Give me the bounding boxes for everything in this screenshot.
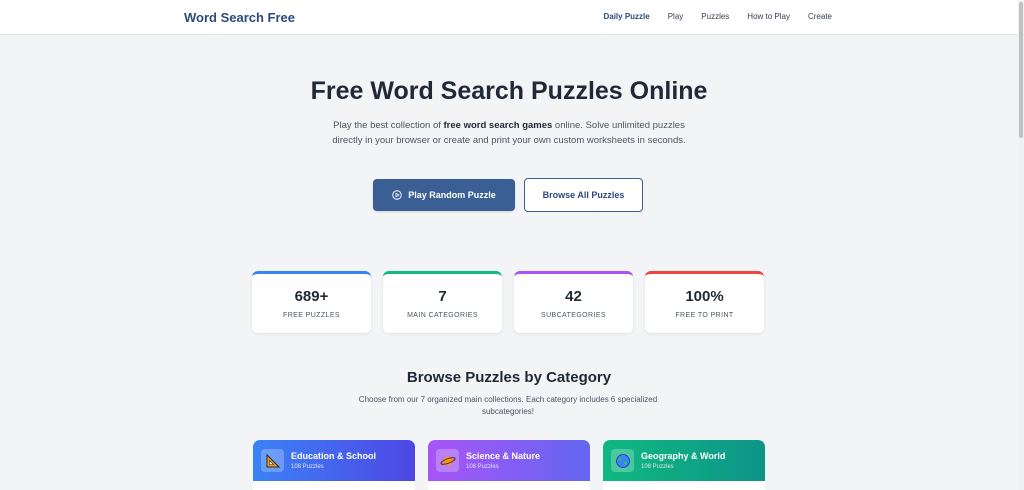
hero-desc-pre: Play the best collection of	[333, 120, 444, 131]
nav-play[interactable]: Play	[668, 12, 684, 21]
stat-card-print: 100% FREE TO PRINT	[645, 271, 764, 333]
hero-title: Free Word Search Puzzles Online	[310, 77, 708, 105]
category-name: Education & School	[291, 451, 377, 461]
category-count: 108 Puzzles	[466, 464, 499, 470]
ruler-triangle-icon	[261, 449, 284, 472]
stat-value: 100%	[685, 288, 724, 305]
stat-label: FREE PUZZLES	[283, 312, 340, 319]
category-name: Science & Nature	[466, 451, 541, 461]
scrollbar-thumb[interactable]	[1019, 2, 1023, 138]
play-random-puzzle-button[interactable]: Play Random Puzzle	[373, 179, 515, 211]
category-card-header: Geography & World 108 Puzzles	[603, 440, 765, 481]
nav-daily-puzzle[interactable]: Daily Puzzle	[603, 12, 649, 21]
category-count: 108 Puzzles	[291, 464, 324, 470]
stat-label: FREE TO PRINT	[675, 312, 734, 319]
browse-all-puzzles-label: Browse All Puzzles	[542, 190, 625, 200]
stat-label: MAIN CATEGORIES	[407, 312, 478, 319]
planet-icon	[436, 449, 459, 472]
category-card-header: Education & School 108 Puzzles	[253, 440, 415, 481]
nav-create[interactable]: Create	[808, 12, 832, 21]
hero-desc-bold: free word search games	[443, 120, 553, 131]
categories-heading: Browse Puzzles by Category	[406, 369, 612, 386]
stat-card-puzzles: 689+ FREE PUZZLES	[252, 271, 371, 333]
stat-label: SUBCATEGORIES	[541, 312, 606, 319]
top-navbar: Word Search Free Daily Puzzle Play Puzzl…	[0, 0, 1018, 35]
main-nav: Daily Puzzle Play Puzzles How to Play Cr…	[603, 12, 832, 21]
browse-all-puzzles-button[interactable]: Browse All Puzzles	[524, 178, 643, 212]
categories-description: Choose from our 7 organized main collect…	[358, 395, 658, 416]
play-circle-icon	[392, 190, 402, 200]
category-name: Geography & World	[641, 451, 726, 461]
category-card-science[interactable]: Science & Nature 108 Puzzles	[428, 440, 590, 490]
stat-card-categories: 7 MAIN CATEGORIES	[383, 271, 502, 333]
nav-how-to-play[interactable]: How to Play	[747, 12, 790, 21]
category-card-header: Science & Nature 108 Puzzles	[428, 440, 590, 481]
category-card-education[interactable]: Education & School 108 Puzzles	[253, 440, 415, 490]
globe-icon	[611, 449, 634, 472]
hero-description: Play the best collection of free word se…	[329, 118, 689, 148]
brand-logo-text[interactable]: Word Search Free	[184, 10, 295, 25]
play-random-puzzle-label: Play Random Puzzle	[408, 190, 496, 200]
page-scrollbar[interactable]	[1018, 0, 1024, 490]
category-count: 108 Puzzles	[641, 464, 674, 470]
stat-value: 7	[438, 288, 447, 305]
category-card-geography[interactable]: Geography & World 108 Puzzles	[603, 440, 765, 490]
stat-value: 42	[565, 288, 582, 305]
stat-card-subcategories: 42 SUBCATEGORIES	[514, 271, 633, 333]
nav-puzzles[interactable]: Puzzles	[701, 12, 729, 21]
stat-value: 689+	[294, 288, 329, 305]
